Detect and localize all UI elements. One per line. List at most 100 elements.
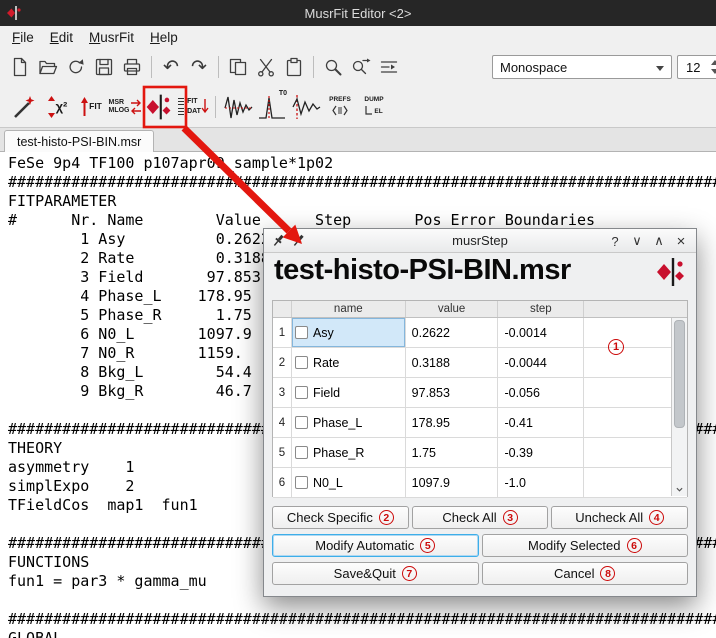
row-number[interactable]: 1: [273, 318, 292, 347]
row-number[interactable]: 2: [273, 348, 292, 377]
separator: [313, 56, 314, 78]
musrfit-run-icon[interactable]: FIT: [74, 89, 108, 125]
param-name: Rate: [313, 356, 339, 370]
header-value[interactable]: value: [406, 301, 499, 317]
checkbox[interactable]: [295, 326, 308, 339]
scroll-down-icon[interactable]: [676, 486, 683, 493]
editor-line: ########################################…: [8, 173, 716, 192]
row-number[interactable]: 6: [273, 468, 292, 497]
menu-help[interactable]: Help: [142, 28, 186, 47]
editor-line: FeSe 9p4 TF100 p107apr09_sample*1p02: [8, 154, 716, 173]
step-cell[interactable]: -0.0044: [498, 348, 584, 377]
annotation-7: 7: [402, 566, 417, 581]
header-step[interactable]: step: [498, 301, 584, 317]
cut-icon[interactable]: [252, 53, 280, 81]
dialog-titlebar[interactable]: musrStep ? ∨ ∧ ×: [264, 229, 696, 253]
font-size-value: 12: [686, 60, 700, 75]
musr-dump-icon[interactable]: DUMP EL: [357, 89, 391, 125]
find-replace-icon[interactable]: [347, 53, 375, 81]
name-cell[interactable]: Asy: [292, 318, 406, 347]
value-cell[interactable]: 178.95: [406, 408, 499, 437]
musr-wizard-icon[interactable]: [6, 89, 40, 125]
step-cell[interactable]: -0.056: [498, 378, 584, 407]
value-cell[interactable]: 1.75: [406, 438, 499, 467]
param-name: Asy: [313, 326, 334, 340]
unshade-button[interactable]: ∧: [650, 232, 668, 250]
shade-button[interactable]: ∨: [628, 232, 646, 250]
scrollbar-handle[interactable]: [674, 320, 685, 428]
save-quit-button[interactable]: Save&Quit7: [272, 562, 479, 585]
new-document-icon[interactable]: [6, 53, 34, 81]
table-row: 4 Phase_L 178.95 -0.41: [273, 408, 687, 438]
open-folder-icon[interactable]: [34, 53, 62, 81]
spin-arrows-icon[interactable]: [711, 60, 716, 74]
value-cell[interactable]: 1097.9: [406, 468, 499, 497]
step-cell[interactable]: -0.39: [498, 438, 584, 467]
musrft-raw-icon[interactable]: [289, 89, 323, 125]
step-cell[interactable]: -1.0: [498, 468, 584, 497]
font-family-combo[interactable]: Monospace: [492, 55, 672, 79]
musrview-plot-icon[interactable]: [221, 89, 255, 125]
name-cell[interactable]: N0_L: [292, 468, 406, 497]
checkbox[interactable]: [295, 446, 308, 459]
undo-icon[interactable]: ↶: [157, 53, 185, 81]
check-specific-button[interactable]: Check Specific2: [272, 506, 409, 529]
step-cell[interactable]: -0.41: [498, 408, 584, 437]
menu-musrfit[interactable]: MusrFit: [81, 28, 142, 47]
value-cell[interactable]: 97.853: [406, 378, 499, 407]
paste-icon[interactable]: [280, 53, 308, 81]
checkbox[interactable]: [295, 416, 308, 429]
musr-step-icon[interactable]: [142, 89, 176, 125]
annotation-4: 4: [649, 510, 664, 525]
musrt0-icon[interactable]: T0: [255, 89, 289, 125]
name-cell[interactable]: Rate: [292, 348, 406, 377]
font-family-value: Monospace: [500, 60, 567, 75]
row-number[interactable]: 4: [273, 408, 292, 437]
help-button[interactable]: ?: [606, 232, 624, 250]
modify-automatic-button[interactable]: Modify Automatic5: [272, 534, 479, 557]
name-cell[interactable]: Phase_L: [292, 408, 406, 437]
menu-file[interactable]: File: [4, 28, 42, 47]
tab-bar: test-histo-PSI-BIN.msr: [0, 128, 716, 152]
name-cell[interactable]: Phase_R: [292, 438, 406, 467]
modify-selected-button[interactable]: Modify Selected6: [482, 534, 689, 557]
button-label: Uncheck All: [575, 510, 643, 525]
editor-line: ########################################…: [8, 610, 716, 629]
goto-line-icon[interactable]: [375, 53, 403, 81]
checkbox[interactable]: [295, 476, 308, 489]
msr2data-icon[interactable]: FIT DAT: [176, 89, 210, 125]
modify-button-row: Modify Automatic5 Modify Selected6: [272, 534, 688, 557]
search-icon[interactable]: [319, 53, 347, 81]
check-all-button[interactable]: Check All3: [412, 506, 549, 529]
reload-icon[interactable]: [62, 53, 90, 81]
row-number[interactable]: 5: [273, 438, 292, 467]
cancel-button[interactable]: Cancel8: [482, 562, 689, 585]
menu-edit[interactable]: Edit: [42, 28, 81, 47]
header-blank: [584, 301, 687, 317]
name-cell[interactable]: Field: [292, 378, 406, 407]
checkbox[interactable]: [295, 356, 308, 369]
calc-chisq-icon[interactable]: χ²: [40, 89, 74, 125]
tab-msr-file[interactable]: test-histo-PSI-BIN.msr: [4, 130, 154, 152]
table-row: 3 Field 97.853 -0.056: [273, 378, 687, 408]
table-scrollbar[interactable]: [671, 318, 687, 496]
uncheck-all-button[interactable]: Uncheck All 4: [551, 506, 688, 529]
annotation-2: 2: [379, 510, 394, 525]
step-cell[interactable]: -0.0014: [498, 318, 584, 347]
print-icon[interactable]: [118, 53, 146, 81]
musr-prefs-icon[interactable]: PREFS: [323, 89, 357, 125]
param-name: Phase_R: [313, 446, 364, 460]
row-number[interactable]: 3: [273, 378, 292, 407]
button-label: Cancel: [554, 566, 594, 581]
value-cell[interactable]: 0.3188: [406, 348, 499, 377]
close-button[interactable]: ×: [672, 232, 690, 250]
checkbox[interactable]: [295, 386, 308, 399]
copy-icon[interactable]: [224, 53, 252, 81]
font-size-spinbox[interactable]: 12: [677, 55, 716, 79]
header-name[interactable]: name: [292, 301, 406, 317]
msr-mlog-swap-icon[interactable]: MSRMLOG: [108, 89, 142, 125]
redo-icon[interactable]: ↷: [185, 53, 213, 81]
separator: [218, 56, 219, 78]
save-icon[interactable]: [90, 53, 118, 81]
value-cell[interactable]: 0.2622: [406, 318, 499, 347]
